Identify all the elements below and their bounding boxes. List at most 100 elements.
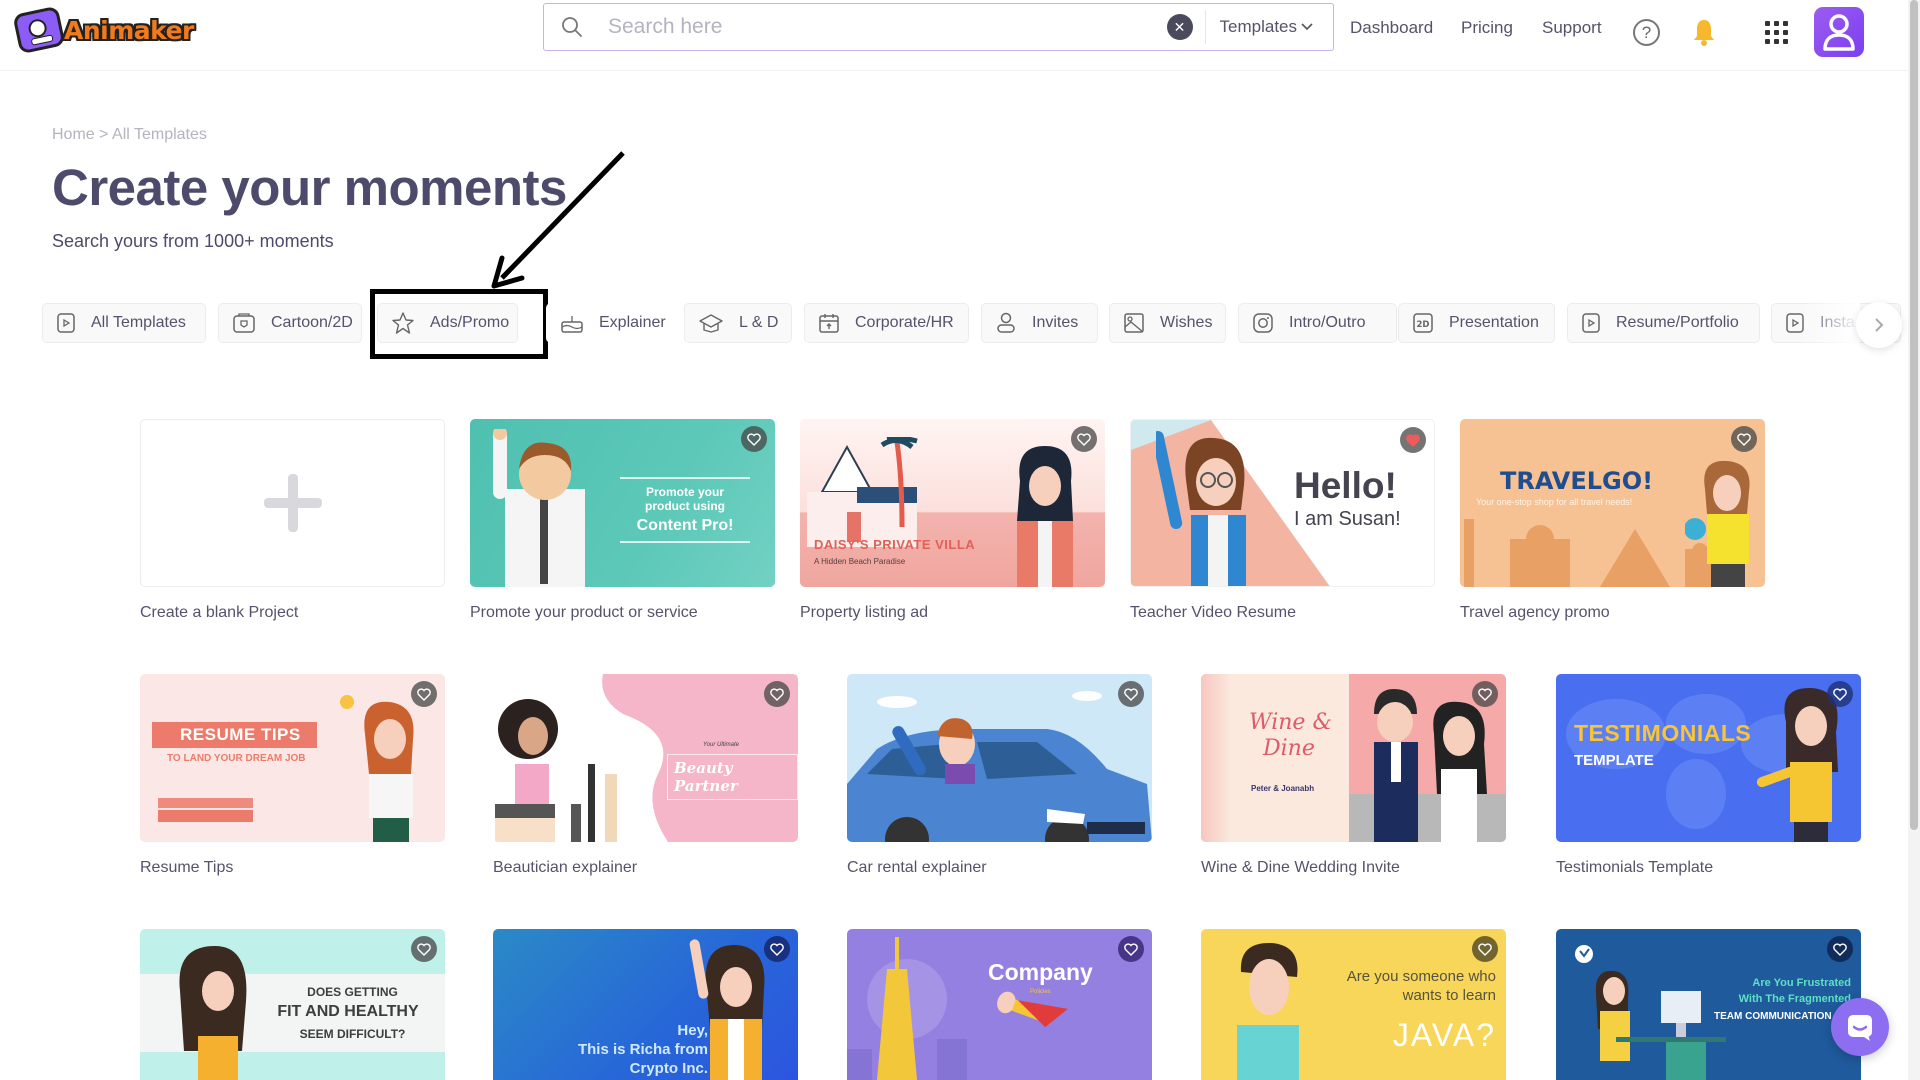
- template-card[interactable]: Wine & Dine Peter & Joanabh Wine & Dine …: [1201, 674, 1506, 877]
- create-blank-thumb[interactable]: [140, 419, 445, 587]
- favorite-button[interactable]: [764, 936, 790, 962]
- template-title: Promote your product or service: [470, 604, 698, 621]
- favorite-button[interactable]: [741, 426, 767, 452]
- template-thumbnail[interactable]: Are you someone who wants to learn JAVA?: [1201, 929, 1506, 1080]
- chip-scroll-next-button[interactable]: [1856, 302, 1902, 348]
- thumb-text: TO LAND YOUR DREAM JOB: [167, 753, 306, 764]
- user-avatar[interactable]: [1814, 7, 1864, 57]
- favorite-button[interactable]: [1472, 936, 1498, 962]
- favorite-button[interactable]: [1472, 681, 1498, 707]
- cake-icon: [561, 316, 583, 333]
- template-card[interactable]: TRAVELGO! Your one-stop shop for all tra…: [1460, 419, 1765, 622]
- favorite-button[interactable]: [1731, 426, 1757, 452]
- 2d-icon: 2D: [1413, 313, 1433, 333]
- breadcrumb[interactable]: Home > All Templates: [52, 126, 207, 144]
- page-scrollbar[interactable]: [1908, 0, 1920, 1080]
- favorite-button[interactable]: [764, 681, 790, 707]
- nav-pricing[interactable]: Pricing: [1461, 18, 1513, 38]
- template-thumbnail[interactable]: DAISY'S PRIVATE VILLA A Hidden Beach Par…: [800, 419, 1105, 587]
- favorite-button[interactable]: [1118, 936, 1144, 962]
- template-card-blank[interactable]: Create a blank Project: [140, 419, 445, 622]
- thumb-text: Beauty Partner: [667, 754, 798, 800]
- favorite-button[interactable]: [411, 936, 437, 962]
- chip-intro-outro[interactable]: Intro/Outro: [1238, 303, 1397, 343]
- chip-l-and-d[interactable]: L & D: [684, 303, 792, 343]
- top-header: Animaker ✕ Templates Dashboard Pricing S…: [0, 0, 1908, 71]
- template-thumbnail[interactable]: TESTIMONIALS TEMPLATE: [1556, 674, 1861, 842]
- favorite-button[interactable]: [1118, 681, 1144, 707]
- favorite-button[interactable]: [1827, 936, 1853, 962]
- chip-all-templates[interactable]: All Templates: [42, 303, 206, 343]
- chip-label: Wishes: [1160, 314, 1213, 331]
- template-card[interactable]: Your Ultimate Beauty Partner Beautician …: [493, 674, 798, 877]
- search-icon: [544, 16, 600, 38]
- play-square-icon: [1582, 313, 1600, 333]
- chip-scroll-fade: [1800, 300, 1860, 348]
- chip-ads-promo[interactable]: Ads/Promo: [377, 303, 518, 343]
- template-thumbnail[interactable]: [847, 674, 1152, 842]
- template-card[interactable]: Are You Frustrated With The Fragmented T…: [1556, 929, 1861, 1080]
- template-card[interactable]: Hello! I am Susan! Teacher Video Resume: [1130, 419, 1435, 622]
- search-scope-dropdown[interactable]: Templates: [1206, 17, 1333, 37]
- heart-outline-icon: [1478, 942, 1492, 956]
- favorite-button[interactable]: [411, 681, 437, 707]
- chip-wishes[interactable]: Wishes: [1109, 303, 1226, 343]
- template-card[interactable]: Promote your product using Content Pro! …: [470, 419, 775, 622]
- animaker-logo[interactable]: Animaker: [12, 5, 194, 55]
- template-thumbnail[interactable]: RESUME TIPS TO LAND YOUR DREAM JOB: [140, 674, 445, 842]
- search-input[interactable]: [600, 4, 1167, 50]
- chip-explainer[interactable]: Explainer: [546, 303, 670, 343]
- notification-bell-icon[interactable]: [1692, 18, 1716, 51]
- template-thumbnail[interactable]: Are You Frustrated With The Fragmented T…: [1556, 929, 1861, 1080]
- favorite-button[interactable]: [1071, 426, 1097, 452]
- nav-support[interactable]: Support: [1542, 18, 1602, 38]
- template-card[interactable]: Are you someone who wants to learn JAVA?: [1201, 929, 1506, 1080]
- favorite-button[interactable]: [1400, 427, 1426, 453]
- heart-outline-icon: [1077, 432, 1091, 446]
- template-thumbnail[interactable]: Promote your product using Content Pro!: [470, 419, 775, 587]
- template-thumbnail[interactable]: Your Ultimate Beauty Partner: [493, 674, 798, 842]
- template-title: Travel agency promo: [1460, 604, 1610, 621]
- heart-outline-icon: [1124, 687, 1138, 701]
- thumb-text: Are you someone who: [1346, 968, 1496, 985]
- apps-grid-icon[interactable]: [1765, 21, 1788, 44]
- scrollbar-thumb[interactable]: [1910, 0, 1918, 830]
- chip-cartoon-2d[interactable]: Cartoon/2D: [218, 303, 362, 343]
- template-card[interactable]: TESTIMONIALS TEMPLATE Testimonials Templ…: [1556, 674, 1861, 877]
- chip-resume-portfolio[interactable]: Resume/Portfolio: [1567, 303, 1760, 343]
- chat-support-button[interactable]: [1831, 998, 1889, 1056]
- template-card[interactable]: DOES GETTING FIT AND HEALTHY SEEM DIFFIC…: [140, 929, 445, 1080]
- template-card[interactable]: DAISY'S PRIVATE VILLA A Hidden Beach Par…: [800, 419, 1105, 622]
- chip-presentation[interactable]: 2D Presentation: [1398, 303, 1555, 343]
- favorite-button[interactable]: [1827, 681, 1853, 707]
- template-card[interactable]: Hey, This is Richa from Crypto Inc.: [493, 929, 798, 1080]
- nav-dashboard[interactable]: Dashboard: [1350, 18, 1433, 38]
- heart-outline-icon: [747, 432, 761, 446]
- chip-invites[interactable]: Invites: [981, 303, 1098, 343]
- heart-outline-icon: [770, 687, 784, 701]
- template-thumbnail[interactable]: Wine & Dine Peter & Joanabh: [1201, 674, 1506, 842]
- template-thumbnail[interactable]: Hey, This is Richa from Crypto Inc.: [493, 929, 798, 1080]
- thumb-text: Hello!: [1294, 465, 1397, 506]
- template-thumbnail[interactable]: Company Policies: [847, 929, 1152, 1080]
- chip-label: Resume/Portfolio: [1616, 314, 1739, 331]
- template-thumbnail[interactable]: Hello! I am Susan!: [1130, 419, 1435, 587]
- clear-search-button[interactable]: ✕: [1166, 14, 1193, 40]
- category-chips: All Templates Cartoon/2D Ads/Promo Expla…: [42, 303, 1901, 343]
- template-card[interactable]: RESUME TIPS TO LAND YOUR DREAM JOB Resum…: [140, 674, 445, 877]
- help-icon[interactable]: ?: [1633, 19, 1660, 46]
- chip-label: Explainer: [599, 314, 666, 331]
- thumb-text: Hey,: [677, 1022, 708, 1039]
- play-square-icon: [57, 313, 75, 333]
- thumb-text: SEEM DIFFICULT?: [299, 1027, 406, 1041]
- template-thumbnail[interactable]: DOES GETTING FIT AND HEALTHY SEEM DIFFIC…: [140, 929, 445, 1080]
- template-thumbnail[interactable]: TRAVELGO! Your one-stop shop for all tra…: [1460, 419, 1765, 587]
- chip-corporate-hr[interactable]: Corporate/HR: [804, 303, 969, 343]
- star-icon: [392, 312, 414, 334]
- thumb-text: wants to learn: [1402, 987, 1496, 1004]
- template-card[interactable]: Car rental explainer: [847, 674, 1152, 877]
- template-card[interactable]: Company Policies: [847, 929, 1152, 1080]
- thumb-text: TEAM COMMUNICATION: [1714, 1011, 1832, 1022]
- thumb-text: Policies: [1030, 989, 1051, 995]
- template-title: Resume Tips: [140, 859, 234, 876]
